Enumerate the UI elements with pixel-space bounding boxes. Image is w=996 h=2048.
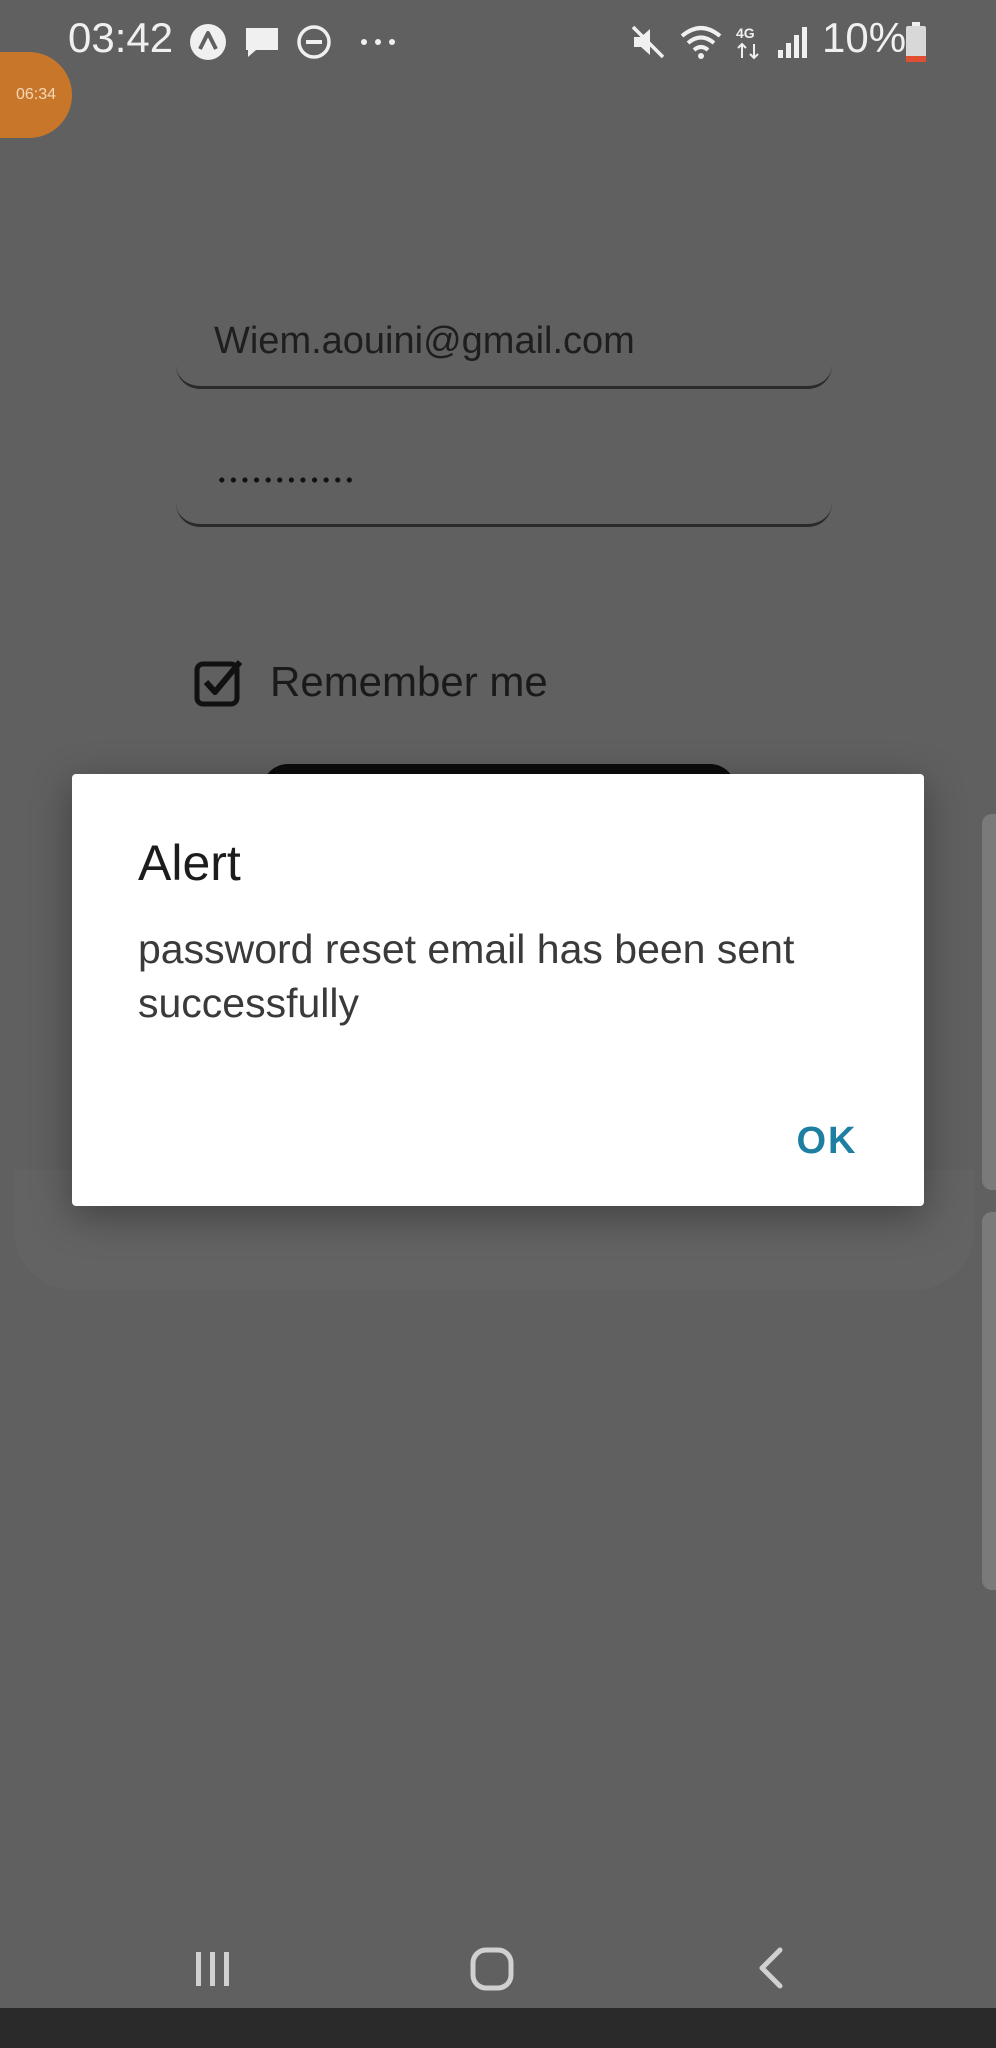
mute-icon — [631, 25, 665, 59]
password-field[interactable] — [176, 438, 832, 527]
status-bar: 03:42 4G 10% — [0, 0, 996, 80]
message-icon — [246, 28, 278, 57]
battery-percent: 10% — [822, 14, 907, 61]
home-button[interactable] — [448, 1938, 538, 1998]
dialog-message: password reset email has been sent succe… — [138, 926, 795, 1026]
back-icon — [759, 1947, 783, 1989]
alert-dialog: Alert password reset email has been sent… — [72, 774, 924, 1206]
recent-apps-button[interactable] — [172, 1938, 262, 1998]
signal-icon — [778, 27, 807, 58]
back-button[interactable] — [726, 1938, 816, 1998]
wifi-icon — [680, 26, 722, 59]
email-field[interactable]: Wiem.aouini@gmail.com — [176, 300, 832, 389]
dnd-icon — [297, 25, 331, 59]
remember-me-label: Remember me — [270, 658, 548, 705]
a-badge-icon — [190, 24, 226, 60]
more-dots-icon — [361, 39, 395, 45]
edge-panel-handle[interactable] — [982, 1212, 996, 1590]
ok-button[interactable]: OK — [762, 1106, 892, 1176]
password-mask — [216, 476, 356, 484]
home-icon — [470, 1947, 514, 1991]
navigation-bar — [0, 1930, 996, 2008]
remember-me-checkbox[interactable] — [194, 656, 246, 708]
app-screen: 03:42 4G 10% 06:34 Wiem.aouini@gmail.com… — [0, 0, 996, 2048]
screen-bottom-bar — [0, 2008, 996, 2048]
recent-apps-icon — [196, 1952, 229, 1986]
dialog-title: Alert — [138, 835, 241, 891]
edge-panel-handle[interactable] — [982, 814, 996, 1190]
battery-icon — [906, 22, 926, 62]
status-time: 03:42 — [68, 14, 174, 61]
lte-4g-icon: 4G — [736, 25, 759, 60]
email-value: Wiem.aouini@gmail.com — [214, 320, 635, 362]
svg-text:4G: 4G — [736, 25, 755, 41]
